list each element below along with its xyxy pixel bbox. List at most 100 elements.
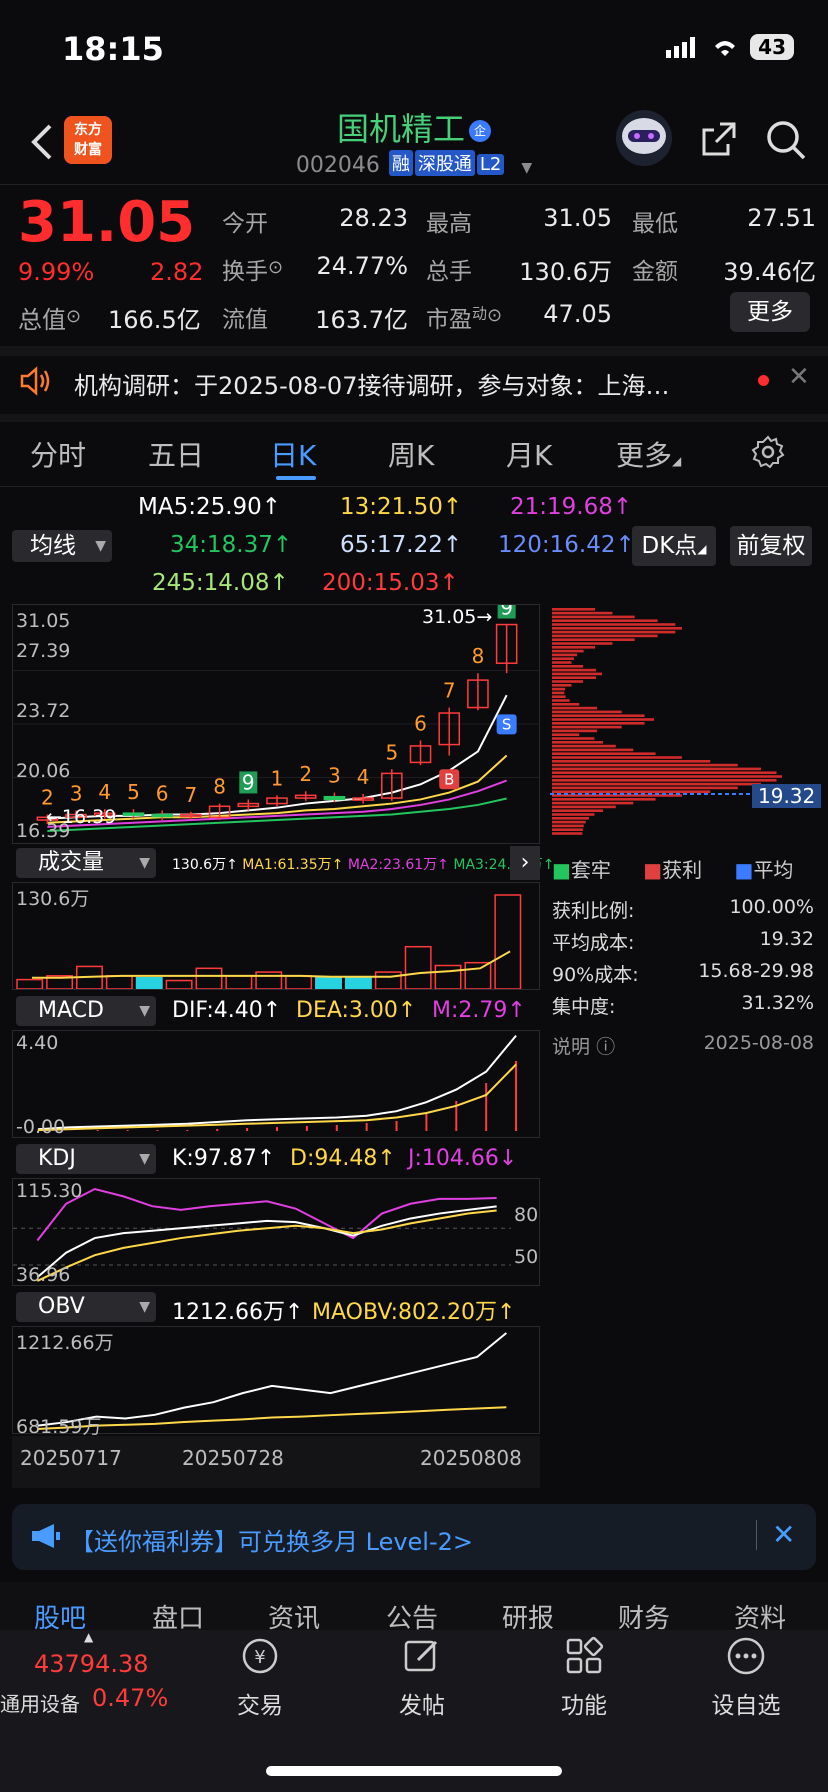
macd-dif: DIF:4.40↑ [172, 998, 282, 1023]
volume-bar [285, 975, 313, 989]
obv-min-label: 681.59万 [16, 1416, 102, 1438]
sector-index-label[interactable]: 通用设备 [0, 1688, 80, 1717]
news-ticker[interactable]: 机构调研：于2025-08-07接待调研，参与对象：上海… [74, 366, 669, 401]
chip-bar [552, 809, 604, 812]
tab-more[interactable]: 更多◢ [616, 434, 681, 474]
ma21-value: 21:19.68↑ [510, 494, 633, 520]
chip-bar [552, 672, 602, 676]
chip-bar [552, 668, 597, 672]
adjust-button[interactable]: 前复权 [730, 526, 812, 566]
low-value: 27.51 [747, 204, 816, 232]
chip-stat-value: 15.68-29.98 [698, 960, 814, 982]
close-icon[interactable]: ✕ [788, 362, 810, 392]
chevron-up-icon: ▲ [84, 1630, 94, 1644]
chip-bar [552, 725, 622, 729]
total-value-label[interactable]: 总值⊙ [18, 300, 81, 335]
candle [151, 813, 173, 818]
avg-cost-label: 19.32 [752, 784, 822, 808]
chip-bar [552, 680, 584, 683]
volume-bar [105, 975, 133, 989]
tab-weekly-k[interactable]: 周K [388, 434, 434, 474]
nav-functions[interactable]: 功能 [524, 1634, 644, 1720]
chip-bar [552, 649, 584, 653]
td-sequence-number: 6 [414, 711, 427, 735]
ma245-value: 245:14.08↑ [152, 570, 289, 596]
info-icon: ⓘ [596, 1036, 616, 1058]
chip-stat-label: 集中度: [552, 996, 616, 1018]
promo-banner-text[interactable]: 【送你福利券】可兑换多月 Level-2> [70, 1522, 473, 1557]
td-sequence-number: 8 [472, 644, 485, 668]
assistant-robot-icon[interactable] [612, 108, 676, 168]
info-icon: ⊙ [66, 306, 82, 327]
chip-bar [552, 699, 570, 702]
tab-five-day[interactable]: 五日 [148, 434, 204, 474]
volume-bar [464, 961, 492, 989]
macd-select[interactable]: MACD ▼ [16, 996, 156, 1026]
info-icon: ⊙ [268, 257, 284, 278]
td-sequence-number: 9 [500, 604, 513, 620]
last-price-marker: 31.05→ [422, 606, 493, 628]
obv-max-label: 1212.66万 [16, 1332, 114, 1354]
obv-select[interactable]: OBV ▼ [16, 1292, 156, 1322]
search-icon[interactable] [764, 118, 808, 162]
ma-select[interactable]: 均线 ▼ [12, 530, 112, 562]
td-sequence-number: 6 [156, 781, 169, 805]
tab-daily-k[interactable]: 日K [270, 434, 316, 474]
high-value: 31.05 [543, 204, 612, 232]
tab-intraday[interactable]: 分时 [30, 434, 86, 474]
total-value: 166.5亿 [108, 306, 201, 334]
chip-bar [552, 608, 596, 611]
chip-distribution[interactable] [550, 604, 816, 844]
volume-ma-line [31, 950, 511, 979]
chip-bar [552, 695, 566, 698]
gear-icon[interactable] [750, 434, 786, 470]
chip-bar [552, 805, 616, 809]
chip-bar [552, 657, 575, 660]
td-sequence-number: 4 [357, 765, 370, 789]
nav-add-watchlist[interactable]: 设自选 [686, 1634, 806, 1720]
status-time: 18:15 [62, 30, 164, 68]
volume-bar [494, 894, 522, 989]
td-sequence-number: 7 [185, 783, 198, 807]
macd-min-label: -0.00 [16, 1116, 66, 1138]
chip-bar [552, 638, 635, 641]
chip-bar [552, 775, 782, 778]
chip-bar [552, 714, 645, 717]
chevron-right-icon[interactable]: › [510, 846, 540, 880]
chip-stat-value: 19.32 [759, 928, 814, 950]
chip-note[interactable]: 说明 ⓘ [552, 1032, 615, 1059]
sector-index-value[interactable]: 43794.38 [34, 1650, 149, 1678]
kdj-select[interactable]: KDJ ▼ [16, 1144, 156, 1174]
more-quote-button[interactable]: 更多 [730, 292, 810, 332]
volume-bar [374, 971, 402, 989]
grid-icon [566, 1636, 604, 1674]
chip-bar [552, 817, 589, 820]
chip-stat-value: 31.32% [741, 992, 814, 1014]
date-label: 20250728 [182, 1446, 284, 1470]
chip-bar [552, 786, 738, 790]
wifi-icon [715, 41, 736, 56]
high-label: 最高 [426, 211, 472, 237]
dk-point-button[interactable]: DK点◢ [632, 526, 716, 566]
nav-post[interactable]: 发帖 [362, 1634, 482, 1720]
turnover-value: 24.77% [316, 252, 408, 280]
share-icon[interactable] [698, 118, 740, 160]
td-sequence-number: 5 [385, 740, 398, 764]
tab-monthly-k[interactable]: 月K [506, 434, 552, 474]
turnover-label[interactable]: 换手⊙ [222, 252, 283, 286]
volume-select[interactable]: 成交量 ▼ [16, 848, 156, 878]
float-value: 163.7亿 [315, 306, 408, 334]
volume-bar [195, 967, 223, 989]
chip-bar [552, 676, 597, 679]
pe-label[interactable]: 市盈动⊙ [426, 300, 502, 334]
close-icon[interactable]: ✕ [772, 1518, 795, 1551]
nav-trade[interactable]: ¥ 交易 [200, 1634, 320, 1720]
chip-bar [552, 813, 595, 816]
kdj-k: K:97.87↑ [172, 1146, 276, 1171]
chip-bar [552, 703, 580, 706]
kdj-max-label: 115.30 [16, 1180, 83, 1202]
chip-bar [552, 832, 583, 835]
chip-bar [552, 661, 572, 664]
candle [122, 812, 145, 816]
td-sequence-number: 1 [271, 766, 284, 790]
